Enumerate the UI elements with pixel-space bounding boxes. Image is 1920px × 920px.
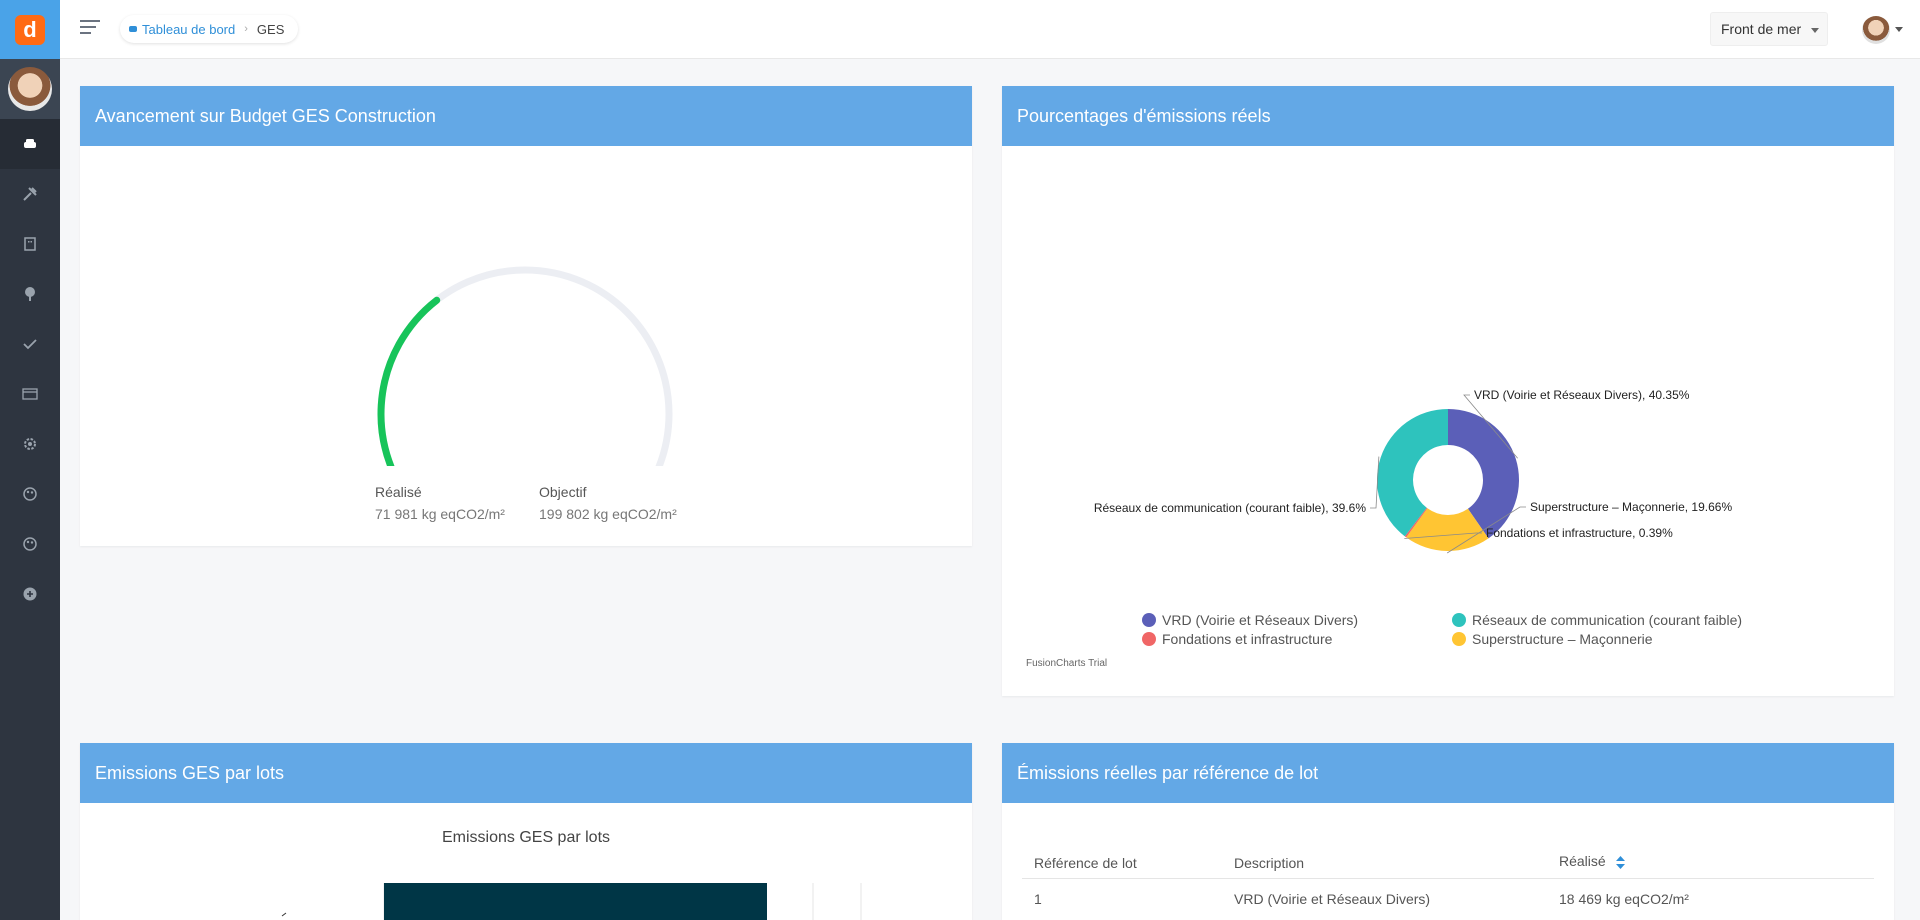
- column-header-realise-label: Réalisé: [1559, 853, 1606, 869]
- fusioncharts-trial-text: FusionCharts Trial: [1026, 658, 1108, 669]
- legend-label: Fondations et infrastructure: [1162, 631, 1333, 647]
- realise-label: Réalisé: [375, 484, 422, 500]
- building-icon: [24, 237, 36, 251]
- gauge-track: [377, 266, 673, 466]
- dashboard-icon: [129, 26, 137, 32]
- car-icon: [24, 139, 36, 148]
- sidebar-item-6[interactable]: [0, 419, 60, 469]
- user-menu-caret-icon[interactable]: [1895, 27, 1903, 32]
- column-header-description[interactable]: Description: [1234, 855, 1304, 871]
- breadcrumb-current: GES: [256, 21, 285, 37]
- sidebar-item-1[interactable]: [0, 169, 60, 219]
- column-header-realise[interactable]: Réalisé: [1559, 853, 1625, 869]
- bar-chart: Emissions GES par lots: [281, 829, 862, 920]
- bars-panel: Emissions GES par lots Emissions GES par…: [80, 743, 972, 920]
- table-panel: Émissions réelles par référence de lot R…: [1002, 743, 1894, 920]
- sidebar-item-4[interactable]: [0, 319, 60, 369]
- donut-data-label: Superstructure – Maçonnerie, 19.66%: [1530, 500, 1732, 514]
- realise-value: 71 981 kg eqCO2/m²: [375, 506, 505, 522]
- legend-marker: [1142, 613, 1156, 627]
- site-select[interactable]: Front de mer: [1710, 12, 1828, 46]
- donut-data-label: Réseaux de communication (courant faible…: [1094, 501, 1366, 515]
- app-logo[interactable]: d: [15, 14, 45, 45]
- sidebar-item-7[interactable]: [0, 469, 60, 519]
- menu-toggle-icon[interactable]: [80, 20, 101, 36]
- axis-tick: [281, 912, 287, 917]
- sort-icon[interactable]: [1615, 855, 1625, 869]
- column-header-reference[interactable]: Référence de lot: [1034, 855, 1137, 871]
- sidebar-item-0[interactable]: [0, 119, 60, 169]
- tree-icon: [25, 287, 35, 301]
- legend-marker: [1452, 632, 1466, 646]
- check-icon: [23, 339, 37, 350]
- donut-chart: VRD (Voirie et Réseaux Divers), 40.35% Su…: [1094, 388, 1732, 554]
- sidebar-item-2[interactable]: [0, 219, 60, 269]
- bar-chart-area: Emissions GES par lots: [96, 803, 956, 920]
- legend-label: VRD (Voirie et Réseaux Divers): [1162, 612, 1359, 628]
- table-cell-reference: 1: [1034, 891, 1042, 907]
- donut-data-label: VRD (Voirie et Réseaux Divers), 40.35%: [1474, 388, 1690, 402]
- sidebar-item-5[interactable]: [0, 369, 60, 419]
- panel-title: Pourcentages d'émissions réels: [1002, 86, 1894, 146]
- legend-item[interactable]: Fondations et infrastructure: [1142, 631, 1332, 647]
- legend-marker: [1142, 632, 1156, 646]
- site-select-value: Front de mer: [1721, 21, 1802, 37]
- bar-mark[interactable]: [384, 883, 767, 920]
- breadcrumb: Tableau de bord › GES: [120, 15, 299, 43]
- sidebar-item-9[interactable]: [0, 569, 60, 619]
- table-header-divider: [1022, 878, 1874, 879]
- sidebar: d: [0, 0, 60, 920]
- chevron-right-icon: ›: [244, 23, 248, 35]
- sidebar-nav: [0, 119, 60, 619]
- table-cell-description: VRD (Voirie et Réseaux Divers): [1234, 891, 1431, 907]
- settings-icon: [24, 438, 36, 450]
- panel-title: Avancement sur Budget GES Construction: [80, 86, 972, 146]
- label-connector: [1370, 456, 1380, 509]
- legend-label: Superstructure – Maçonnerie: [1472, 631, 1653, 647]
- add-circle-icon: [23, 587, 37, 601]
- sidebar-avatar[interactable]: [0, 59, 60, 119]
- topbar: Tableau de bord › GES Front de mer: [60, 0, 1920, 59]
- legend-item[interactable]: Réseaux de communication (courant faible…: [1452, 612, 1742, 628]
- panel-title: Emissions GES par lots: [80, 743, 972, 803]
- tools-icon: [23, 187, 37, 201]
- panel-title: Émissions réelles par référence de lot: [1002, 743, 1894, 803]
- breadcrumb-home-link[interactable]: Tableau de bord: [128, 22, 235, 37]
- legend-marker: [1452, 613, 1466, 627]
- browser-icon: [22, 388, 38, 400]
- donut-panel: Pourcentages d'émissions réels VRD (Voir…: [1002, 86, 1894, 696]
- objectif-value: 199 802 kg eqCO2/m²: [539, 506, 677, 522]
- gauge-panel: Avancement sur Budget GES Construction R…: [80, 86, 972, 546]
- sidebar-item-3[interactable]: [0, 269, 60, 319]
- gauge-realise: Réalisé 71 981 kg eqCO2/m²: [375, 484, 505, 522]
- gauge-progress: [377, 296, 441, 466]
- objectif-label: Objectif: [539, 484, 587, 500]
- avatar-image: [8, 67, 52, 111]
- palette-icon: [23, 537, 37, 551]
- chart-title: Emissions GES par lots: [442, 829, 610, 846]
- table-cell-realise: 18 469 kg eqCO2/m²: [1559, 891, 1689, 907]
- palette-icon: [23, 487, 37, 501]
- gauge-objectif: Objectif 199 802 kg eqCO2/m²: [539, 484, 677, 522]
- chevron-down-icon: [1811, 28, 1819, 33]
- sidebar-item-8[interactable]: [0, 519, 60, 569]
- gauge-chart: [377, 266, 673, 466]
- donut-data-label: Fondations et infrastructure, 0.39%: [1486, 526, 1673, 540]
- legend-item[interactable]: Superstructure – Maçonnerie: [1452, 631, 1653, 647]
- legend-item[interactable]: VRD (Voirie et Réseaux Divers): [1142, 612, 1358, 628]
- breadcrumb-home-label: Tableau de bord: [142, 21, 236, 37]
- brand-area[interactable]: d: [0, 0, 60, 59]
- user-avatar[interactable]: [1862, 16, 1890, 44]
- legend-label: Réseaux de communication (courant faible…: [1472, 612, 1743, 628]
